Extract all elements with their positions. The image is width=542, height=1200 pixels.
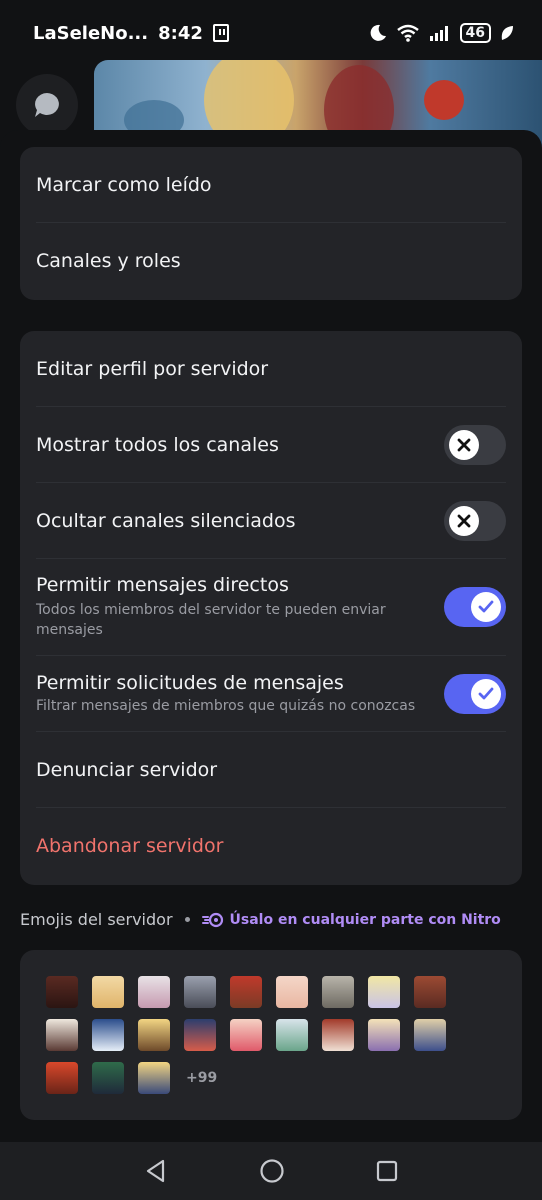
menu-group-read-channels: Marcar como leído Canales y roles (20, 147, 522, 300)
moon-icon (370, 24, 386, 41)
more-emojis-count[interactable]: +99 (186, 1062, 217, 1094)
recents-square-icon[interactable] (375, 1159, 399, 1183)
emoji-heart[interactable] (230, 1019, 262, 1051)
server-emojis-title: Emojis del servidor (20, 910, 173, 929)
allow-message-requests-toggle[interactable] (444, 673, 506, 714)
allow-message-requests-description: Filtrar mensajes de miembros que quizás … (36, 697, 416, 714)
show-all-channels-item[interactable]: Mostrar todos los canales (36, 407, 506, 483)
leave-server-label: Abandonar servidor (36, 835, 224, 857)
emoji-face-closeup[interactable] (276, 976, 308, 1008)
emoji-cat[interactable] (322, 976, 354, 1008)
battery-indicator: 46 (459, 23, 491, 43)
hide-muted-channels-toggle[interactable] (444, 500, 506, 541)
checkmark-icon (478, 600, 494, 613)
home-circle-icon[interactable] (259, 1158, 285, 1184)
allow-direct-messages-label: Permitir mensajes directos (36, 574, 289, 596)
mark-as-read-label: Marcar como leído (36, 173, 212, 196)
emoji-sticker-21[interactable] (138, 1062, 170, 1094)
allow-direct-messages-toggle[interactable] (444, 587, 506, 627)
emoji-grid: +99 (46, 976, 486, 1094)
report-server-item[interactable]: Denunciar servidor (36, 732, 506, 808)
leaf-icon (501, 26, 513, 40)
chat-bubble-icon (35, 93, 59, 117)
server-emojis-header: Emojis del servidor Úsalo en cualquier p… (20, 910, 501, 929)
twitch-icon (212, 24, 229, 42)
emoji-sticker-19[interactable] (46, 1062, 78, 1094)
separator-dot (184, 917, 190, 922)
nitro-upsell-link[interactable]: Úsalo en cualquier parte con Nitro (201, 911, 501, 928)
nitro-icon (201, 912, 223, 927)
report-server-label: Denunciar servidor (36, 758, 218, 781)
emoji-amber[interactable] (230, 976, 262, 1008)
emoji-sticker-11[interactable] (92, 1019, 124, 1051)
emoji-sticker-13[interactable] (184, 1019, 216, 1051)
checkmark-icon (478, 687, 494, 699)
emoji-skull[interactable] (46, 1019, 78, 1051)
server-emojis-card: +99 (20, 950, 522, 1120)
emoji-sticker-9[interactable] (414, 976, 446, 1008)
back-triangle-icon[interactable] (143, 1158, 169, 1184)
emoji-sticker-8[interactable] (368, 976, 400, 1008)
emoji-sticker-15[interactable] (276, 1019, 308, 1051)
allow-message-requests-item[interactable]: Permitir solicitudes de mensajes Filtrar… (36, 656, 506, 732)
menu-group-server-settings: Editar perfil por servidor Mostrar todos… (20, 331, 522, 885)
allow-direct-messages-description: Todos los miembros del servidor te puede… (36, 602, 386, 638)
emoji-nahida[interactable] (138, 976, 170, 1008)
signal-icon (429, 26, 448, 41)
emoji-sticker-4[interactable] (184, 976, 216, 1008)
emoji-sticker-18[interactable] (414, 1019, 446, 1051)
close-icon (457, 514, 471, 527)
emoji-paimon[interactable] (92, 976, 124, 1008)
nitro-upsell-text: Úsalo en cualquier parte con Nitro (229, 911, 501, 928)
leave-server-item[interactable]: Abandonar servidor (36, 808, 506, 884)
hide-muted-channels-label: Ocultar canales silenciados (36, 509, 296, 532)
direct-messages-button[interactable] (16, 74, 78, 136)
wifi-icon (396, 24, 419, 42)
channels-and-roles-label: Canales y roles (36, 250, 181, 272)
channels-and-roles-item[interactable]: Canales y roles (36, 223, 506, 299)
edit-server-profile-label: Editar perfil por servidor (36, 357, 269, 380)
mark-as-read-item[interactable]: Marcar como leído (36, 147, 506, 223)
edit-server-profile-item[interactable]: Editar perfil por servidor (36, 331, 506, 407)
clock: 8:42 (158, 22, 203, 44)
show-all-channels-toggle[interactable] (444, 424, 506, 465)
emoji-hutao[interactable] (46, 976, 78, 1008)
emoji-sticker-12[interactable] (138, 1019, 170, 1051)
emoji-sticker-20[interactable] (92, 1062, 124, 1094)
show-all-channels-label: Mostrar todos los canales (36, 433, 279, 456)
allow-message-requests-label: Permitir solicitudes de mensajes (36, 671, 344, 694)
allow-direct-messages-item[interactable]: Permitir mensajes directos Todos los mie… (36, 559, 506, 656)
emoji-sticker-17[interactable] (368, 1019, 400, 1051)
carrier-name: LaSeleNo... (33, 22, 149, 44)
close-icon (457, 438, 471, 451)
emoji-sticker-16[interactable] (322, 1019, 354, 1051)
system-navigation-bar (0, 1142, 542, 1200)
server-options-sheet: Marcar como leído Canales y roles Editar… (0, 130, 542, 1142)
status-bar: LaSeleNo... 8:42 46 (0, 0, 542, 66)
hide-muted-channels-item[interactable]: Ocultar canales silenciados (36, 483, 506, 559)
